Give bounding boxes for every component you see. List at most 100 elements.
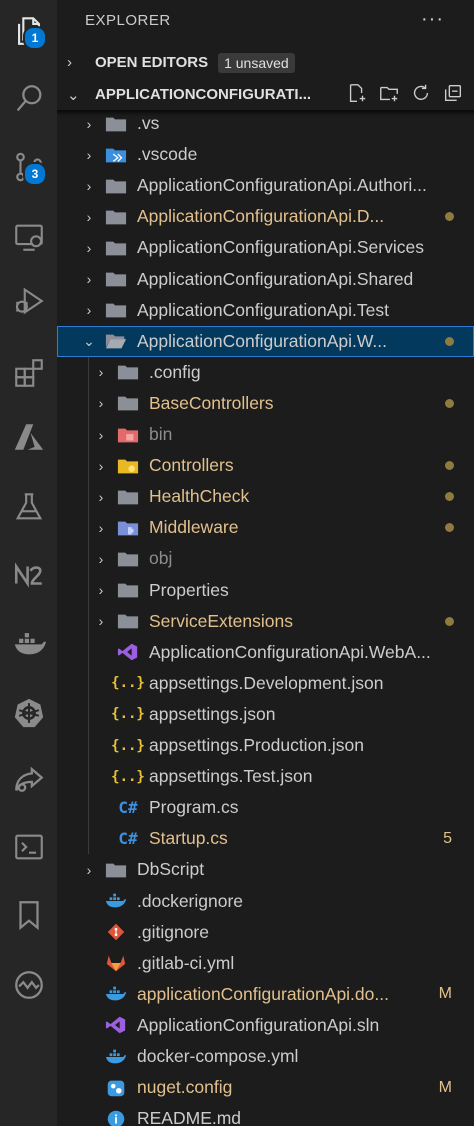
tree-item-label: Program.cs xyxy=(149,797,239,818)
tree-folder-row[interactable]: › HealthCheck xyxy=(57,481,474,512)
explorer-badge: 1 xyxy=(23,26,47,50)
tree-folder-row[interactable]: › ApplicationConfigurationApi.Shared xyxy=(57,264,474,295)
csharp-icon: C# xyxy=(118,829,138,849)
chevron-right-icon[interactable]: › xyxy=(83,862,95,878)
tree-item-label: appsettings.Production.json xyxy=(149,735,364,755)
tree-folder-row[interactable]: › ApplicationConfigurationApi.Services xyxy=(57,232,474,263)
tree-file-row[interactable]: .gitignore xyxy=(57,917,474,948)
tree-file-row[interactable]: {..} appsettings.json xyxy=(57,699,474,730)
tree-folder-row[interactable]: ⌄ ApplicationConfigurationApi.W... xyxy=(57,325,474,357)
tree-file-row[interactable]: README.md xyxy=(57,1103,474,1126)
tree-folder-row[interactable]: › .vs xyxy=(57,116,474,139)
extensions-icon xyxy=(14,359,43,387)
source-control-activity[interactable]: 3 xyxy=(0,136,57,198)
chevron-right-icon[interactable]: › xyxy=(95,427,107,443)
tree-folder-row[interactable]: › obj xyxy=(57,543,474,574)
tree-item-label: Properties xyxy=(149,579,229,600)
chevron-right-icon[interactable]: › xyxy=(95,582,107,598)
activity-bar: 1 3 xyxy=(0,0,57,1126)
chevron-right-icon[interactable]: › xyxy=(95,551,107,567)
chevron-right-icon[interactable]: › xyxy=(83,178,95,194)
folder-icon xyxy=(105,176,127,196)
tree-file-row[interactable]: {..} appsettings.Test.json xyxy=(57,761,474,792)
tree-file-row[interactable]: {..} appsettings.Development.json xyxy=(57,668,474,699)
chevron-right-icon[interactable]: › xyxy=(95,364,107,380)
tree-file-row[interactable]: ApplicationConfigurationApi.WebA... xyxy=(57,637,474,668)
tree-file-row[interactable]: {..} appsettings.Production.json xyxy=(57,730,474,761)
json-icon: {..} xyxy=(111,768,145,785)
open-editors-section[interactable]: › OPEN EDITORS 1 unsaved xyxy=(57,47,474,78)
tree-item-label: ApplicationConfigurationApi.Test xyxy=(137,299,389,320)
collapse-all-icon[interactable] xyxy=(442,82,464,104)
tree-folder-row[interactable]: › BaseControllers xyxy=(57,388,474,419)
refresh-icon[interactable] xyxy=(410,82,432,104)
tree-item-label: DbScript xyxy=(137,859,205,880)
chevron-right-icon[interactable]: › xyxy=(95,613,107,629)
chevron-right-icon[interactable]: › xyxy=(83,302,95,318)
tree-folder-row[interactable]: › ApplicationConfigurationApi.Authori... xyxy=(57,170,474,201)
tree-file-row[interactable]: C# Startup.cs 5 xyxy=(57,823,474,854)
project-section[interactable]: ⌄ APPLICATIONCONFIGURATI... xyxy=(57,79,474,110)
tree-file-row[interactable]: ApplicationConfigurationApi.sln xyxy=(57,1010,474,1041)
live-share-activity[interactable] xyxy=(0,748,57,810)
json-icon: {..} xyxy=(111,675,145,692)
testing-activity[interactable] xyxy=(0,476,57,538)
kubernetes-activity[interactable] xyxy=(0,682,57,744)
tree-file-row[interactable]: applicationConfigurationApi.do... M xyxy=(57,979,474,1010)
tree-item-label: ApplicationConfigurationApi.D... xyxy=(137,206,385,227)
chevron-right-icon[interactable]: › xyxy=(83,209,95,225)
tree-item-label: appsettings.Development.json xyxy=(149,672,384,693)
tree-folder-row[interactable]: › DbScript xyxy=(57,854,474,885)
run-debug-activity[interactable] xyxy=(0,270,57,332)
chevron-right-icon[interactable]: › xyxy=(95,520,107,536)
tree-folder-row[interactable]: › Middleware xyxy=(57,512,474,543)
git-status-badge: M xyxy=(438,1078,452,1096)
tree-folder-row[interactable]: › .vscode xyxy=(57,139,474,170)
chevron-right-icon[interactable]: › xyxy=(83,240,95,256)
folder-controllers-icon xyxy=(117,456,139,476)
nx-console-activity[interactable] xyxy=(0,544,57,606)
tree-folder-row[interactable]: › bin xyxy=(57,419,474,450)
chevron-down-icon[interactable]: ⌄ xyxy=(83,333,95,350)
chevron-right-icon[interactable]: › xyxy=(95,489,107,505)
run-debug-icon xyxy=(15,287,44,315)
chevron-right-icon[interactable]: › xyxy=(83,271,95,287)
bookmark-icon xyxy=(18,901,39,931)
chevron-right-icon[interactable]: › xyxy=(95,458,107,474)
remote-explorer-activity[interactable] xyxy=(0,206,57,268)
tree-folder-row[interactable]: › ServiceExtensions xyxy=(57,606,474,637)
bookmarks-activity[interactable] xyxy=(0,884,57,946)
tree-folder-row[interactable]: › Properties xyxy=(57,575,474,606)
tree-file-row[interactable]: .dockerignore xyxy=(57,886,474,917)
extensions-activity[interactable] xyxy=(0,342,57,404)
tree-folder-row[interactable]: › ApplicationConfigurationApi.D... xyxy=(57,201,474,232)
status-activity[interactable] xyxy=(0,954,57,1016)
more-actions-icon[interactable]: ··· xyxy=(421,8,444,31)
new-folder-icon[interactable] xyxy=(378,82,400,104)
tree-item-label: obj xyxy=(149,548,173,569)
tree-file-row[interactable]: nuget.config M xyxy=(57,1072,474,1103)
chevron-right-icon[interactable]: › xyxy=(83,116,95,132)
tree-item-label: appsettings.json xyxy=(149,703,276,724)
tree-folder-row[interactable]: › Controllers xyxy=(57,450,474,481)
tree-folder-row[interactable]: › .config xyxy=(57,357,474,388)
tree-folder-row[interactable]: › ApplicationConfigurationApi.Test xyxy=(57,295,474,326)
new-file-icon[interactable] xyxy=(346,82,368,104)
tree-item-label: applicationConfigurationApi.do... xyxy=(137,983,389,1004)
folder-icon xyxy=(105,269,127,289)
tree-file-row[interactable]: .gitlab-ci.yml xyxy=(57,948,474,979)
terminal-activity[interactable] xyxy=(0,816,57,878)
chevron-right-icon[interactable]: › xyxy=(83,147,95,163)
chevron-right-icon[interactable]: › xyxy=(95,395,107,411)
explorer-sidebar: EXPLORER ··· › OPEN EDITORS 1 unsaved ⌄ … xyxy=(57,0,474,1126)
search-activity[interactable] xyxy=(0,68,57,130)
explorer-activity[interactable]: 1 xyxy=(0,0,57,62)
tree-file-row[interactable]: docker-compose.yml xyxy=(57,1041,474,1072)
tree-item-label: .vscode xyxy=(137,144,198,165)
azure-activity[interactable] xyxy=(0,406,57,468)
tree-item-label: HealthCheck xyxy=(149,486,250,507)
docker-activity[interactable] xyxy=(0,612,57,674)
flask-icon xyxy=(15,493,42,520)
tree-file-row[interactable]: C# Program.cs xyxy=(57,792,474,823)
git-status-badge: 5 xyxy=(443,829,452,847)
